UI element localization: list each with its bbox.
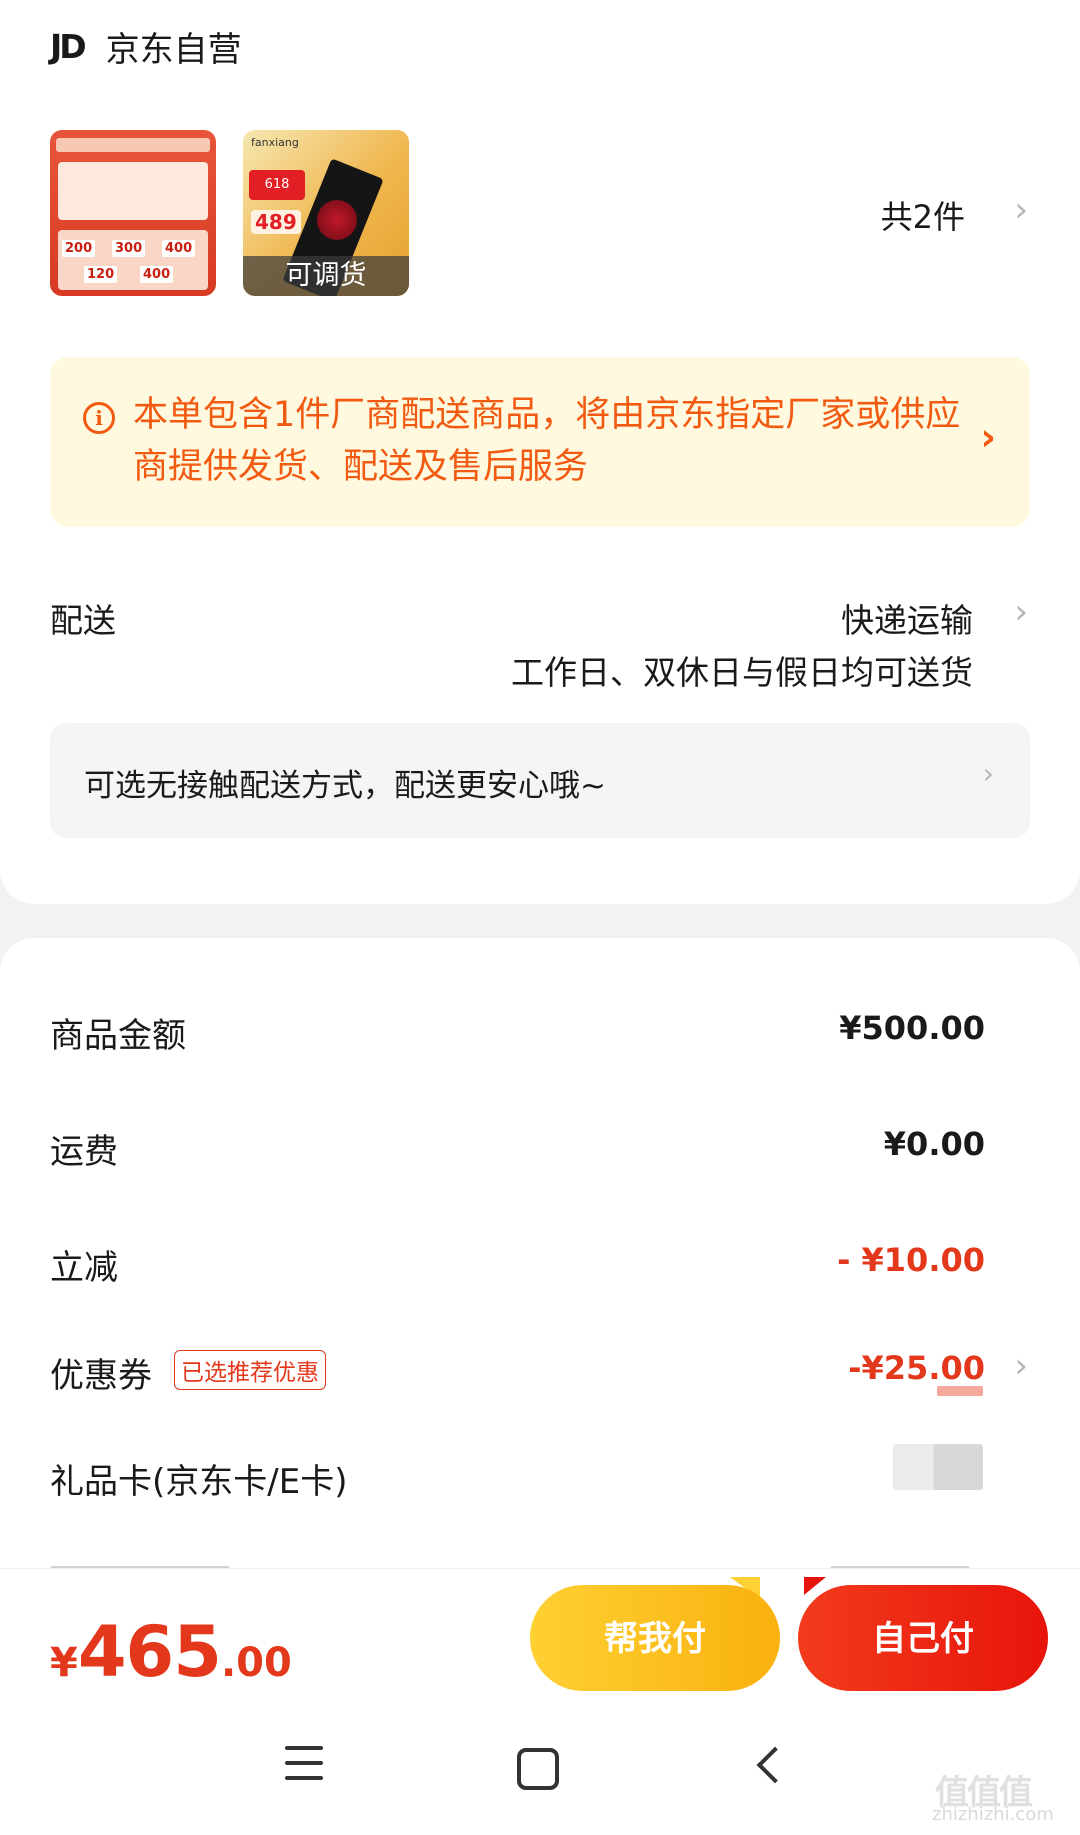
help-pay-button[interactable]: 帮我付 xyxy=(530,1585,780,1691)
chevron-right-icon[interactable]: › xyxy=(1014,1346,1028,1386)
system-navigation-bar xyxy=(0,1698,1080,1835)
goods-amount-label: 商品金额 xyxy=(50,1016,186,1056)
thumb1-number: 300 xyxy=(112,240,146,257)
thumb1-number: 400 xyxy=(162,240,196,257)
product-thumbnail-2[interactable]: fanxiang 618 489 可调货 xyxy=(243,130,409,296)
chevron-right-icon[interactable]: › xyxy=(1014,190,1028,230)
checkout-bar: ¥465.00 帮我付 自己付 xyxy=(0,1568,1080,1699)
thumb1-number: 120 xyxy=(84,266,118,283)
total-integer: 465 xyxy=(77,1611,222,1693)
thumb2-price: 489 xyxy=(251,210,301,234)
goods-amount-value: ¥500.00 xyxy=(839,1009,985,1047)
thumb1-number: 200 xyxy=(62,240,96,257)
notice-text: 本单包含1件厂商配送商品，将由京东指定厂家或供应商提供发货、配送及售后服务 xyxy=(133,395,961,487)
discount-value: - ¥10.00 xyxy=(837,1241,985,1279)
coupon-label[interactable]: 优惠券 xyxy=(50,1348,152,1397)
self-pay-button[interactable]: 自己付 xyxy=(798,1585,1048,1691)
thumb-banner xyxy=(56,138,210,152)
chevron-right-icon[interactable]: › xyxy=(983,757,994,790)
sale-tag: 618 xyxy=(249,170,305,200)
giftcard-label: 礼品卡(京东卡/E卡) xyxy=(50,1462,348,1502)
thumb-panel xyxy=(58,162,208,220)
discount-label: 立减 xyxy=(50,1248,118,1288)
info-icon: i xyxy=(83,402,115,434)
giftcard-toggle[interactable] xyxy=(893,1444,983,1490)
currency-symbol: ¥ xyxy=(50,1640,78,1686)
watermark-url: zhizhizhi.com xyxy=(932,1804,1054,1825)
freight-value: ¥0.00 xyxy=(883,1125,985,1163)
home-icon[interactable] xyxy=(517,1748,559,1790)
jd-logo-icon: JD xyxy=(50,27,87,66)
shipping-description: 工作日、双休日与假日均可送货 xyxy=(511,653,973,692)
total-price: ¥465.00 xyxy=(50,1611,292,1693)
thumb1-number: 400 xyxy=(140,266,174,283)
thumb-panel-lower xyxy=(58,230,208,290)
item-count[interactable]: 共2件 xyxy=(881,192,965,238)
back-icon[interactable] xyxy=(756,1746,794,1784)
thumb2-brand: fanxiang xyxy=(251,136,299,149)
shop-name: 京东自营 xyxy=(105,30,242,70)
product-thumbnail-1[interactable]: 200 300 400 120 400 xyxy=(50,130,216,296)
total-decimal: .00 xyxy=(220,1640,292,1686)
shipping-label: 配送 xyxy=(50,601,116,640)
shipping-method[interactable]: 快递运输 xyxy=(841,594,973,642)
shop-header: JD 京东自营 xyxy=(50,22,242,71)
chevron-right-icon[interactable]: › xyxy=(1014,592,1028,632)
order-card: JD 京东自营 200 300 400 120 400 fanxiang 618… xyxy=(0,0,1080,904)
coupon-highlight xyxy=(937,1386,983,1396)
transferable-overlay: 可调货 xyxy=(243,256,409,296)
coupon-value[interactable]: -¥25.00 xyxy=(848,1349,985,1387)
coupon-badge: 已选推荐优惠 xyxy=(174,1350,326,1390)
contactless-text: 可选无接触配送方式，配送更安心哦~ xyxy=(84,768,606,804)
menu-icon[interactable] xyxy=(285,1746,323,1784)
freight-label: 运费 xyxy=(50,1132,118,1172)
chevron-right-icon[interactable]: › xyxy=(980,415,996,459)
contactless-delivery-option[interactable]: 可选无接触配送方式，配送更安心哦~ › xyxy=(50,723,1030,838)
vendor-shipping-notice[interactable]: i 本单包含1件厂商配送商品，将由京东指定厂家或供应商提供发货、配送及售后服务 … xyxy=(50,357,1030,527)
